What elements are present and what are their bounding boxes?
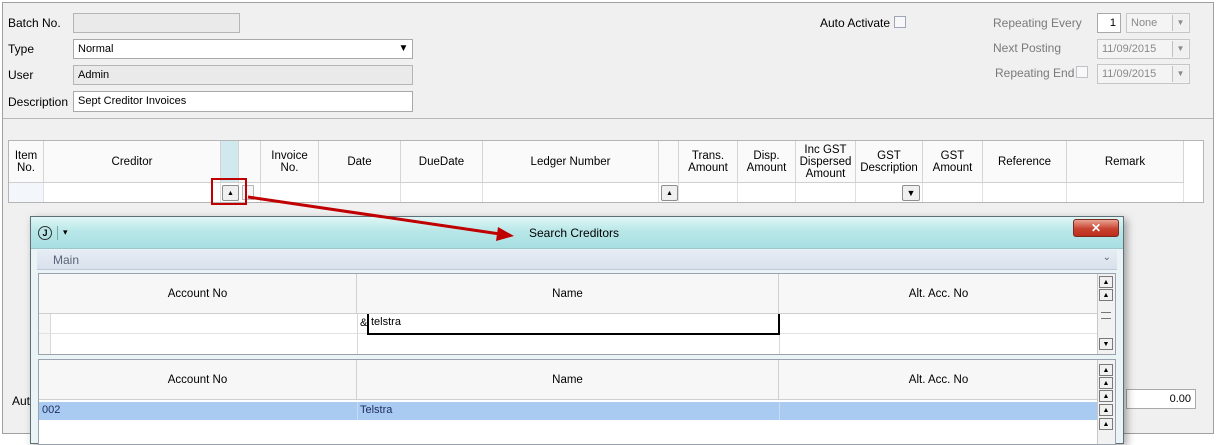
- annotation-arrow: [247, 195, 514, 241]
- annotation-arrow-head: [496, 227, 514, 241]
- annotation-arrow-line: [247, 195, 501, 236]
